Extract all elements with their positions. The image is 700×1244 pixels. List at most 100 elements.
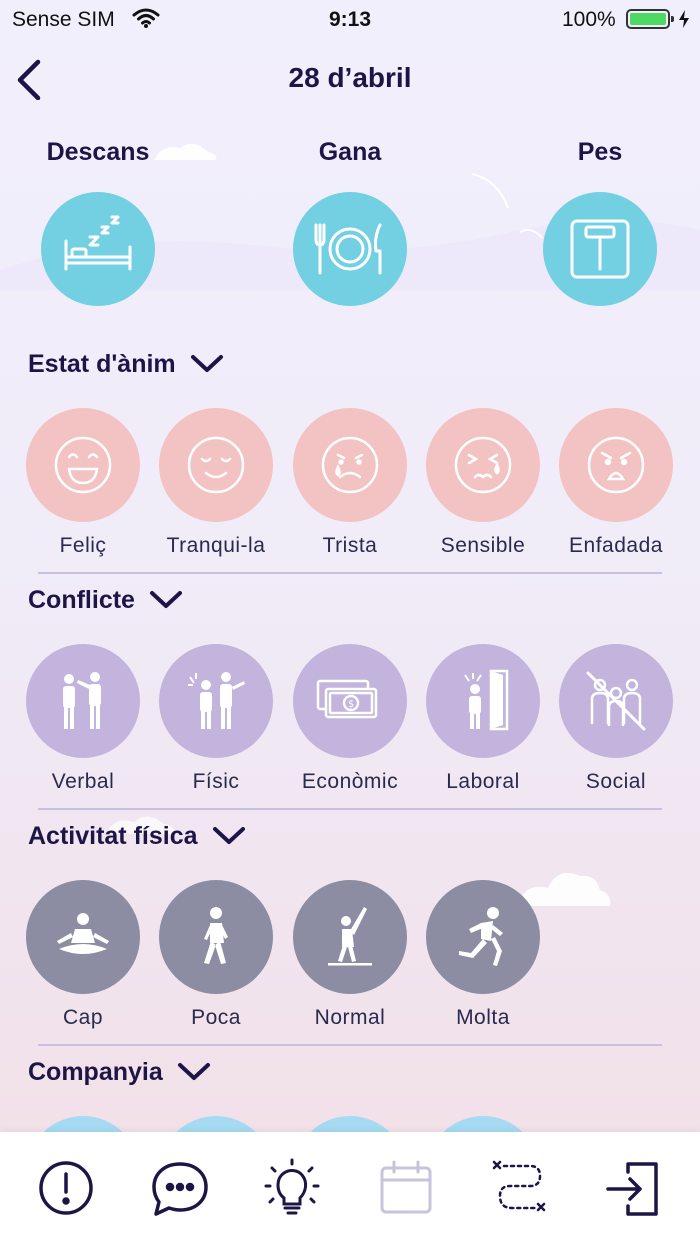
appetite-label: Gana [318,138,382,166]
chevron-down-icon [177,1063,210,1080]
conflict-option-verbal[interactable]: Verbal [13,644,153,794]
divider [38,1044,662,1046]
activity-lot-button[interactable] [426,880,540,994]
walking-icon [204,907,228,964]
tab-alert[interactable] [34,1156,98,1220]
calm-face-icon [187,436,245,494]
mood-option-happy[interactable]: Feliç [13,408,153,558]
sensitive-face-icon [454,436,512,494]
lightbulb-icon [264,1158,320,1215]
happy-face-icon [54,436,112,494]
chat-icon [152,1162,208,1216]
section-mood-title: Estat d'ànim [28,349,176,378]
mood-sensitive-button[interactable] [426,408,540,522]
mood-angry-button[interactable] [559,408,673,522]
work-door-icon [464,669,509,731]
stretching-icon [328,907,372,966]
svg-text:$: $ [348,699,354,710]
activity-option-none[interactable]: Cap [13,880,153,1030]
section-activity-header[interactable]: Activitat física [28,816,246,856]
conflict-verbal-label: Verbal [51,770,115,793]
conflict-economic-button[interactable]: $ [293,644,407,758]
conflict-option-work[interactable]: Laboral [413,644,553,794]
mood-option-calm[interactable]: Tranqui-la [146,408,286,558]
plate-icon [314,223,382,275]
activity-normal-button[interactable] [293,880,407,994]
activity-none-button[interactable] [26,880,140,994]
chevron-down-icon [212,827,245,844]
tab-logout[interactable] [602,1156,666,1220]
scale-icon [570,219,630,279]
mood-happy-button[interactable] [26,408,140,522]
chevron-down-icon [190,355,223,372]
physical-conflict-icon [188,672,245,729]
section-conflict-header[interactable]: Conflicte [28,580,183,620]
mood-calm-label: Tranqui-la [166,534,266,557]
mood-sad-label: Trista [322,534,378,557]
verbal-conflict-icon [63,672,101,729]
activity-little-label: Poca [191,1006,241,1029]
battery-icon [626,9,674,29]
activity-row: Cap Poca Normal Molta [26,880,686,1040]
mood-sensitive-label: Sensible [440,534,526,557]
conflict-verbal-button[interactable] [26,644,140,758]
appetite-button[interactable] [293,192,407,306]
divider [38,572,662,574]
nav-bar: 28 d’abril [0,52,700,106]
tab-ideas[interactable] [260,1156,324,1220]
meditation-icon [57,913,109,954]
conflict-option-economic[interactable]: $ Econòmic [280,644,420,794]
conflict-physical-button[interactable] [159,644,273,758]
activity-option-little[interactable]: Poca [146,880,286,1030]
conflict-social-button[interactable] [559,644,673,758]
conflict-economic-label: Econòmic [301,770,399,793]
section-mood-header[interactable]: Estat d'ànim [28,344,224,384]
section-company-title: Companyia [28,1057,163,1086]
bed-icon [64,215,132,271]
chevron-down-icon [149,591,182,608]
section-conflict-title: Conflicte [28,585,135,614]
mood-row: Feliç Tranqui-la Trista Sensible Enfadad… [26,408,686,568]
money-icon: $ [316,679,378,719]
angry-face-icon [587,436,645,494]
conflict-option-physical[interactable]: Físic [146,644,286,794]
activity-none-label: Cap [62,1006,104,1029]
mood-happy-label: Feliç [59,534,107,557]
route-icon [492,1160,546,1212]
section-company-header[interactable]: Companyia [28,1052,211,1092]
activity-option-normal[interactable]: Normal [280,880,420,1030]
rest-button[interactable] [41,192,155,306]
running-icon [459,907,503,966]
weight-button[interactable] [543,192,657,306]
tab-chat[interactable] [148,1156,212,1220]
conflict-work-button[interactable] [426,644,540,758]
rest-column: Descans [8,138,188,306]
appetite-column: Gana [260,138,440,306]
conflict-option-social[interactable]: Social [546,644,686,794]
mood-calm-button[interactable] [159,408,273,522]
social-isolation-icon [586,671,646,731]
status-bar: Sense SIM 9:13 100% [0,0,700,40]
mood-angry-label: Enfadada [569,534,663,557]
mood-option-angry[interactable]: Enfadada [546,408,686,558]
conflict-physical-label: Físic [192,770,240,793]
tab-calendar[interactable] [374,1156,438,1220]
rest-label: Descans [46,138,150,166]
divider [38,808,662,810]
page-title: 28 d’abril [288,62,412,93]
activity-option-lot[interactable]: Molta [413,880,553,1030]
mood-sad-button[interactable] [293,408,407,522]
activity-little-button[interactable] [159,880,273,994]
conflict-social-label: Social [585,770,647,793]
weight-column: Pes [510,138,690,306]
calendar-icon [380,1160,432,1214]
mood-option-sensitive[interactable]: Sensible [413,408,553,558]
mood-option-sad[interactable]: Trista [280,408,420,558]
weight-label: Pes [577,138,623,166]
conflict-work-label: Laboral [446,770,520,793]
tab-bar [0,1132,700,1244]
sad-face-icon [321,436,379,494]
activity-normal-label: Normal [314,1006,386,1029]
battery-percentage: 100% [562,8,616,31]
tab-route[interactable] [488,1156,552,1220]
